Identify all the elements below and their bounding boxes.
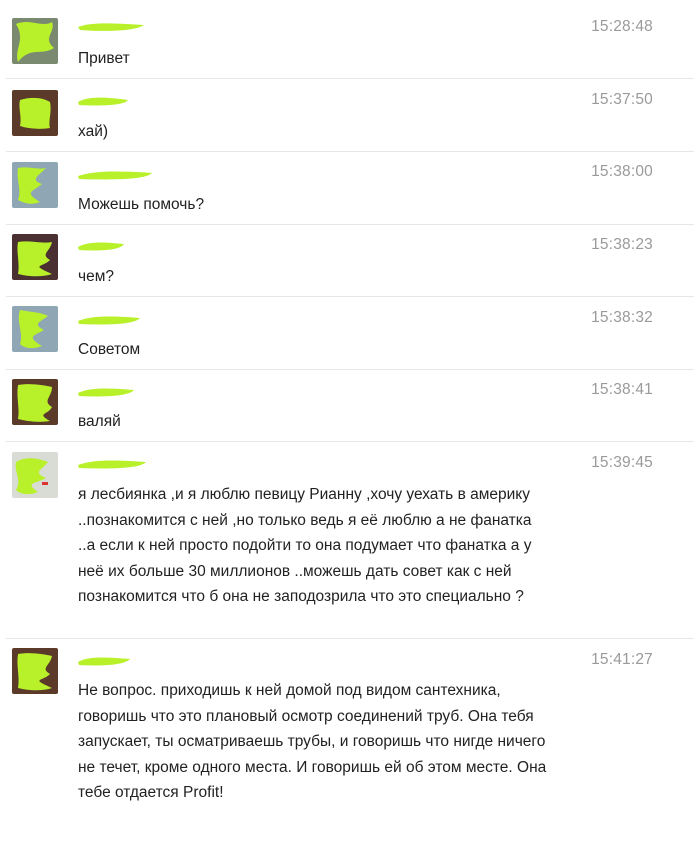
message-text: я лесбиянка ,и я люблю певицу Рианну ,хо… [78,486,532,605]
sender-name-censored[interactable] [76,94,132,108]
message-text: Можешь помочь? [78,196,205,213]
avatar[interactable] [12,648,58,694]
message-timestamp: 15:37:50 [591,91,653,108]
sender-name-censored[interactable] [76,385,136,399]
message-divider [6,369,694,370]
sender-name-censored[interactable] [76,654,132,668]
message-timestamp: 15:39:45 [591,454,653,471]
avatar-censored-image [12,162,58,208]
message-text: валяй [78,413,121,430]
avatar[interactable] [12,90,58,136]
message-divider [6,441,694,442]
message-text: чем? [78,268,114,285]
avatar[interactable] [12,379,58,425]
message-divider [6,638,694,639]
avatar[interactable] [12,452,58,498]
avatar-censored-image [12,452,58,498]
message-timestamp: 15:41:27 [591,651,653,668]
sender-name-censored[interactable] [76,457,148,471]
avatar-censored-image [12,234,58,280]
avatar-censored-image [12,648,58,694]
avatar[interactable] [12,306,58,352]
avatar-censored-image [12,306,58,352]
message-timestamp: 15:38:23 [591,236,653,253]
chat-history: 15:28:48 Привет 15:37:50 хай) 15:38:00 М… [0,0,700,847]
avatar-censored-image [12,18,58,64]
sender-name-censored[interactable] [76,20,146,34]
avatar-censored-image [12,379,58,425]
message-divider [6,296,694,297]
sender-name-censored[interactable] [76,168,154,182]
message-timestamp: 15:38:41 [591,381,653,398]
message-timestamp: 15:38:00 [591,163,653,180]
message-divider [6,78,694,79]
avatar-censored-image [12,90,58,136]
message-timestamp: 15:28:48 [591,18,653,35]
message-divider [6,151,694,152]
avatar[interactable] [12,18,58,64]
message-timestamp: 15:38:32 [591,309,653,326]
sender-name-censored[interactable] [76,239,126,253]
message-divider [6,224,694,225]
message-text: Привет [78,50,130,67]
sender-name-censored[interactable] [76,313,142,327]
message-text: Советом [78,341,141,358]
message-text: хай) [78,123,109,140]
avatar[interactable] [12,162,58,208]
avatar[interactable] [12,234,58,280]
message-text: Не вопрос. приходишь к ней домой под вид… [78,682,547,801]
